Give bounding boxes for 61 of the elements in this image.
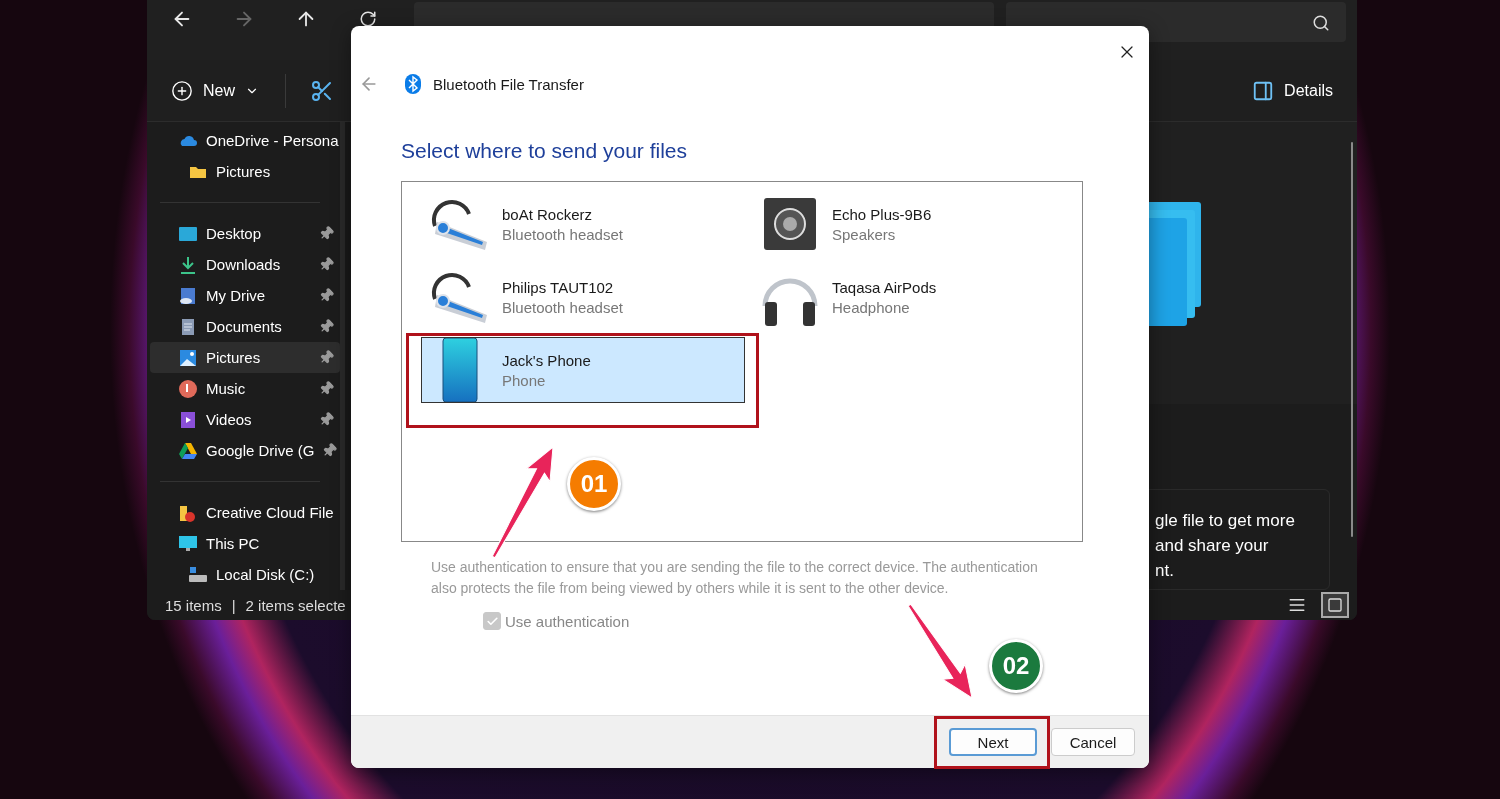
- sidebar-item[interactable]: Google Drive (G: [150, 435, 340, 466]
- device-name: boAt Rockerz: [502, 205, 594, 223]
- device-item[interactable]: Echo Plus-9B6 Speakers: [751, 191, 1075, 257]
- sidebar-item[interactable]: Desktop: [150, 218, 340, 249]
- device-type: Headphone: [832, 298, 911, 316]
- sidebar-item[interactable]: Creative Cloud File: [150, 497, 340, 528]
- sidebar-item[interactable]: Pictures: [150, 156, 340, 187]
- cancel-button[interactable]: Cancel: [1051, 728, 1135, 756]
- sidebar-item[interactable]: My Drive: [150, 280, 340, 311]
- device-name: Jack's Phone: [502, 351, 591, 369]
- sidebar-item[interactable]: OneDrive - Persona: [150, 125, 340, 156]
- video-icon: [178, 409, 198, 430]
- next-button[interactable]: Next: [949, 728, 1037, 756]
- sidebar-item[interactable]: Pictures: [150, 342, 340, 373]
- device-item[interactable]: Philips TAUT102 Bluetooth headset: [421, 264, 745, 330]
- sidebar-item[interactable]: This PC: [150, 528, 340, 559]
- dialog-title: Bluetooth File Transfer: [433, 75, 584, 93]
- plus-icon: [171, 79, 193, 102]
- list-icon: [1288, 596, 1306, 614]
- device-type: Phone: [502, 371, 547, 389]
- panel-icon: [1252, 79, 1275, 102]
- music-icon: [178, 378, 198, 399]
- device-name: Philips TAUT102: [502, 278, 615, 296]
- refresh-icon: [359, 10, 377, 28]
- info-text: and share your: [1155, 535, 1270, 557]
- sidebar-item[interactable]: Music: [150, 373, 340, 404]
- search-icon: [1312, 14, 1330, 32]
- disk-icon: [188, 564, 208, 585]
- item-count: 15 items: [165, 596, 222, 614]
- view-button[interactable]: [1321, 592, 1349, 618]
- tile-icon: [1327, 597, 1343, 613]
- bluetooth-icon: [405, 74, 421, 94]
- dialog-heading: Select where to send your files: [401, 139, 688, 163]
- info-text: nt.: [1155, 560, 1175, 582]
- sidebar-item[interactable]: Documents: [150, 311, 340, 342]
- device-name: Taqasa AirPods: [832, 278, 937, 296]
- scissors-icon: [310, 78, 334, 103]
- sidebar-item[interactable]: Videos: [150, 404, 340, 435]
- device-type: Speakers: [832, 225, 897, 243]
- new-button[interactable]: New: [167, 73, 263, 108]
- check-icon: [485, 614, 499, 628]
- selection-count: 2 items selecte: [245, 596, 346, 614]
- device-item[interactable]: Jack's Phone Phone: [421, 337, 745, 403]
- device-name: Echo Plus-9B6: [832, 205, 932, 223]
- device-type: Bluetooth headset: [502, 298, 623, 316]
- monitor-icon: [178, 533, 198, 554]
- sidebar-item[interactable]: Downloads: [150, 249, 340, 280]
- status-separator: |: [231, 596, 236, 614]
- info-text: gle file to get more: [1155, 510, 1296, 532]
- drive-icon: [178, 285, 198, 306]
- description-text: Use authentication to ensure that you are sending the file to the correct device. The authentication also protects the file from being viewed by others while it is sent to the other device.: [431, 558, 1039, 598]
- device-item[interactable]: Taqasa AirPods Headphone: [751, 264, 1075, 330]
- details-button[interactable]: Details: [1248, 73, 1337, 108]
- speaker-icon: [762, 196, 818, 252]
- checkbox-label: Use authentication: [505, 612, 630, 630]
- download-icon: [178, 254, 198, 275]
- image-icon: [178, 347, 198, 368]
- device-type: Bluetooth headset: [502, 225, 623, 243]
- triangle-icon: [178, 440, 198, 461]
- sidebar-item[interactable]: Local Disk (C:): [150, 559, 340, 590]
- device-item[interactable]: boAt Rockerz Bluetooth headset: [421, 191, 745, 257]
